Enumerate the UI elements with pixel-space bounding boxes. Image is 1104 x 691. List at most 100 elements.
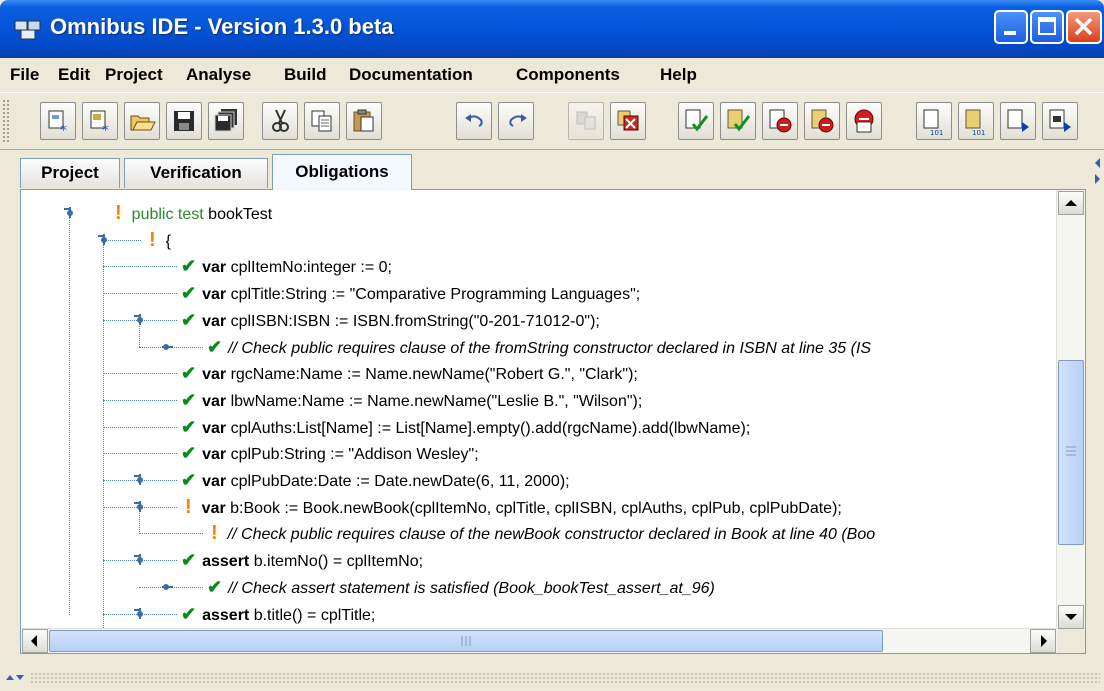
- tree-row[interactable]: ✔ assert b.title() = cplTitle;: [181, 601, 375, 627]
- expand-toggle-icon[interactable]: [133, 313, 145, 325]
- check-all-button[interactable]: [720, 102, 756, 140]
- maximize-button[interactable]: [1030, 10, 1064, 44]
- code-text: {: [165, 232, 172, 250]
- expand-toggle-icon[interactable]: [133, 473, 145, 485]
- run-next-button[interactable]: [1000, 102, 1036, 140]
- tree-row[interactable]: ✔ // Check public requires clause of the …: [207, 334, 871, 360]
- tree-row[interactable]: !{: [145, 227, 171, 253]
- expand-toggle-icon[interactable]: [63, 206, 75, 218]
- obligation-tree[interactable]: ! public test bookTest!{ ✔ var cplItemNo:in…: [21, 190, 1057, 630]
- scroll-left-button[interactable]: [22, 629, 48, 653]
- tree-row[interactable]: ✔ assert b.itemNo() = cplItemNo;: [181, 547, 423, 573]
- menu-project[interactable]: Project: [105, 65, 163, 85]
- code-text: cplTitle:String := "Comparative Programm…: [226, 286, 641, 304]
- horizontal-scroll-thumb[interactable]: [49, 630, 883, 652]
- tree-row[interactable]: ✔ var cplItemNo:integer := 0;: [181, 253, 392, 279]
- tree-connector: [103, 426, 177, 428]
- tab-verification[interactable]: Verification: [124, 158, 268, 188]
- cut-button[interactable]: [262, 102, 298, 140]
- tree-row[interactable]: ✔ var cplPubDate:Date := Date.newDate(6, …: [181, 467, 570, 493]
- disabled-build-button[interactable]: [568, 102, 604, 140]
- menu-help[interactable]: Help: [660, 65, 697, 85]
- new-project-button[interactable]: *: [40, 102, 76, 140]
- title-bar[interactable]: Omnibus IDE - Version 1.3.0 beta: [0, 0, 1104, 58]
- tree-row[interactable]: ✔ var cplPub:String := "Addison Wesley";: [181, 440, 479, 466]
- splitter-handle[interactable]: [1090, 154, 1104, 644]
- undo-button[interactable]: [456, 102, 492, 140]
- check-icon: ✔: [207, 576, 223, 597]
- check-file-icon: [685, 109, 709, 132]
- close-button[interactable]: [1066, 10, 1102, 44]
- new-project-icon: *: [48, 110, 67, 136]
- scroll-down-button[interactable]: [1058, 605, 1084, 629]
- expand-toggle-icon[interactable]: [161, 340, 173, 352]
- split-arrows-icon[interactable]: [4, 672, 26, 684]
- status-bar: [0, 666, 1104, 691]
- horizontal-scrollbar[interactable]: [21, 628, 1057, 653]
- grip-icon: [1066, 446, 1076, 456]
- save-button[interactable]: [166, 102, 202, 140]
- tree-row[interactable]: ! var b:Book := Book.newBook(cplItemNo, c…: [181, 494, 842, 520]
- tab-obligations[interactable]: Obligations: [272, 154, 412, 190]
- tree-row[interactable]: ! // Check public requires clause of the …: [207, 520, 875, 546]
- tree-row[interactable]: ✔ var cplAuths:List[Name] := List[Name].e…: [181, 414, 750, 440]
- expand-toggle-icon[interactable]: [133, 607, 145, 619]
- minimize-button[interactable]: [994, 10, 1028, 44]
- tab-project[interactable]: Project: [20, 158, 120, 188]
- expand-toggle-icon[interactable]: [97, 233, 109, 245]
- tree-row[interactable]: ✔ var lbwName:Name := Name.newName("Lesli…: [181, 387, 642, 413]
- new-file-button[interactable]: *: [82, 102, 118, 140]
- tree-row[interactable]: ✔ var cplISBN:ISBN := ISBN.fromString("0-…: [181, 307, 600, 333]
- expand-toggle-icon[interactable]: [133, 553, 145, 566]
- tree-connector: [103, 266, 177, 268]
- copy-button[interactable]: [304, 102, 340, 140]
- stop-all-button[interactable]: [804, 102, 840, 140]
- minimize-icon: [1004, 31, 1016, 35]
- open-button[interactable]: [124, 102, 160, 140]
- code-text: lbwName:Name := Name.newName("Leslie B."…: [226, 392, 643, 410]
- new-file-icon: *: [90, 110, 109, 136]
- menu-components[interactable]: Components: [516, 65, 620, 85]
- tree-row[interactable]: ✔ var cplTitle:String := "Comparative Pro…: [181, 280, 640, 306]
- vertical-scrollbar[interactable]: [1056, 190, 1085, 630]
- vertical-scroll-thumb[interactable]: [1058, 360, 1084, 545]
- check-file-button[interactable]: [678, 102, 714, 140]
- comment-text: // Check assert statement is satisfied (…: [228, 579, 715, 597]
- menu-build[interactable]: Build: [284, 65, 327, 85]
- error-list-button[interactable]: [846, 102, 882, 140]
- tree-connector: [103, 399, 177, 401]
- expand-toggle-icon[interactable]: [133, 500, 145, 512]
- paste-button[interactable]: [346, 102, 382, 140]
- redo-button[interactable]: [498, 102, 534, 140]
- scroll-right-button[interactable]: [1030, 629, 1056, 653]
- expand-toggle-icon[interactable]: [161, 580, 173, 592]
- tree-connector: [139, 320, 140, 348]
- run-file-button[interactable]: 101: [916, 102, 952, 140]
- keyword: var: [201, 499, 226, 517]
- run-more-button[interactable]: [1042, 102, 1078, 140]
- scroll-up-button[interactable]: [1058, 191, 1084, 215]
- menu-analyse[interactable]: Analyse: [186, 65, 251, 85]
- check-icon: ✔: [181, 283, 197, 304]
- stop-check-button[interactable]: [762, 102, 798, 140]
- code-text: rgcName:Name := Name.newName("Robert G."…: [226, 366, 638, 384]
- svg-text:*: *: [102, 123, 109, 136]
- save-all-button[interactable]: [208, 102, 244, 140]
- check-icon: ✔: [181, 603, 197, 624]
- tree-row[interactable]: ✔ // Check assert statement is satisfied …: [207, 574, 715, 600]
- tree-connector: [103, 240, 104, 628]
- menu-documentation[interactable]: Documentation: [349, 65, 473, 85]
- menu-edit[interactable]: Edit: [58, 65, 90, 85]
- check-icon: ✔: [207, 336, 223, 357]
- maximize-icon: [1038, 17, 1056, 35]
- menu-file[interactable]: File: [10, 65, 39, 85]
- window-title: Omnibus IDE - Version 1.3.0 beta: [50, 14, 394, 39]
- toolbar-grip[interactable]: [2, 99, 10, 143]
- clear-errors-button[interactable]: [610, 102, 646, 140]
- check-icon: ✔: [181, 416, 197, 437]
- run-all-button[interactable]: 101: [958, 102, 994, 140]
- tree-row[interactable]: ✔ var rgcName:Name := Name.newName("Rober…: [181, 360, 638, 386]
- tree-row[interactable]: ! public test bookTest: [111, 200, 272, 226]
- keyword: var: [202, 419, 227, 437]
- tree-connector: [139, 533, 203, 535]
